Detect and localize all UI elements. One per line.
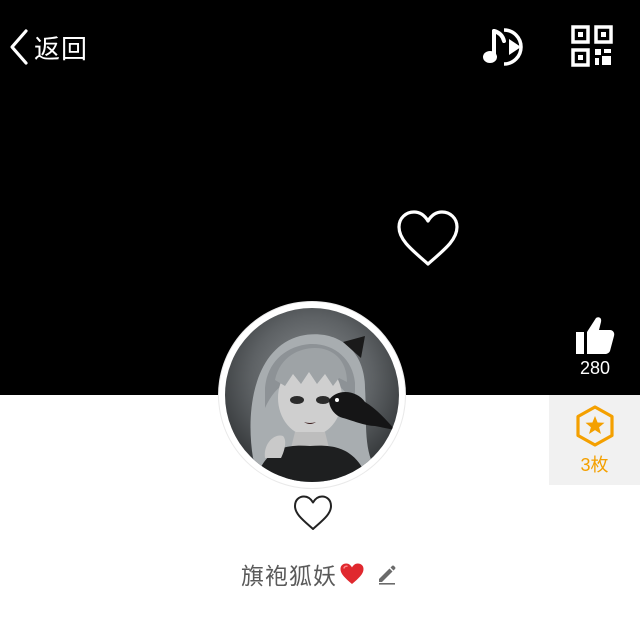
star-badge-icon [575, 405, 614, 447]
qr-code-icon [571, 25, 613, 67]
back-label: 返回 [34, 34, 89, 65]
profile-screen: 返回 280 3枚 旗袍狐妖 [0, 0, 640, 628]
chevron-left-icon [10, 29, 28, 65]
profile-name-row: 旗袍狐妖 [0, 556, 640, 592]
back-button[interactable]: 返回 [6, 22, 88, 72]
avatar-image [225, 308, 399, 482]
heart-outline-icon [397, 210, 459, 266]
thumb-up-icon [576, 317, 615, 354]
qr-code-button[interactable] [571, 25, 613, 67]
badge-button[interactable]: 3枚 [549, 395, 640, 485]
avatar-illustration [250, 334, 395, 482]
avatar[interactable] [219, 302, 405, 488]
like-count: 280 [579, 358, 611, 378]
profile-name: 旗袍狐妖 [241, 564, 337, 590]
badge-count: 3枚 [580, 455, 609, 475]
music-play-icon [483, 28, 523, 66]
pencil-icon[interactable] [375, 562, 399, 586]
music-button[interactable] [482, 24, 532, 70]
red-heart-icon [340, 563, 364, 584]
like-button[interactable]: 280 [560, 312, 630, 394]
follow-heart-icon[interactable] [292, 494, 334, 532]
